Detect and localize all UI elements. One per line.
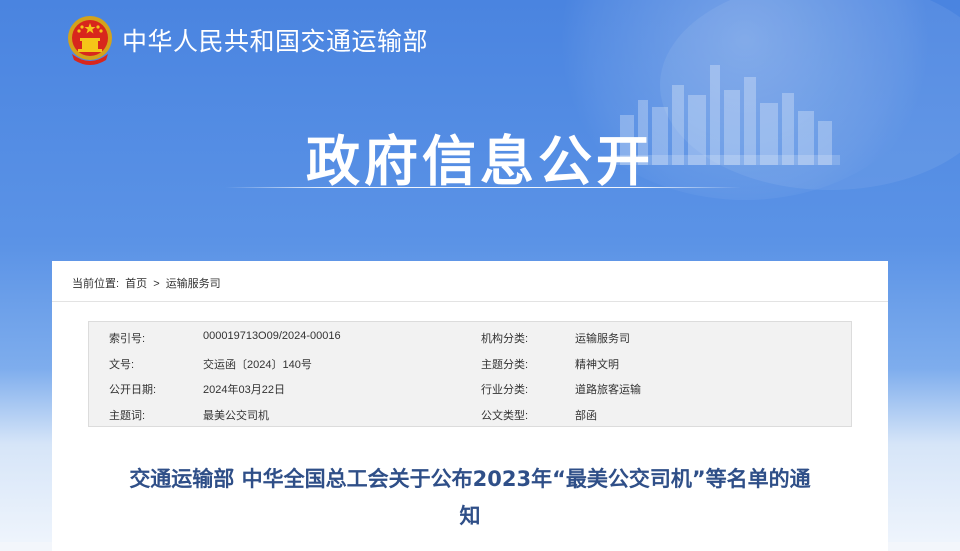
org-value: 运输服务司 [575,333,630,345]
date-value: 2024年03月22日 [203,384,285,396]
breadcrumb-separator: > [153,278,160,290]
page-title: 政府信息公开 [306,129,654,193]
breadcrumb-home-link[interactable]: 首页 [125,278,147,290]
docno-label: 文号: [109,359,135,371]
industry-value: 道路旅客运输 [575,384,641,396]
document-title-line-2: 知 [459,504,481,528]
topic-value: 精神文明 [575,359,619,371]
date-label: 公开日期: [109,384,157,396]
divider [52,301,888,302]
breadcrumb-label: 当前位置: [72,278,120,290]
ministry-name[interactable]: 中华人民共和国交通运输部 [122,22,428,58]
title-underline [225,187,741,188]
type-label: 公文类型: [481,410,529,422]
index-label: 索引号: [109,333,146,345]
breadcrumb: 当前位置: 首页 > 运输服务司 [72,275,224,291]
index-value: 000019713O09/2024-00016 [203,330,341,342]
content-panel: 当前位置: 首页 > 运输服务司 索引号: 000019713O09/2024-… [52,261,888,551]
industry-label: 行业分类: [481,384,529,396]
type-value: 部函 [575,410,597,422]
org-label: 机构分类: [481,333,529,345]
document-title-line-1: 交通运输部 中华全国总工会关于公布2023年“最美公交司机”等名单的通 [129,467,811,491]
keyword-label: 主题词: [109,410,146,422]
docno-value: 交运函〔2024〕140号 [203,359,312,371]
breadcrumb-department-link[interactable]: 运输服务司 [166,278,221,290]
keyword-value: 最美公交司机 [203,410,269,422]
document-title: 交通运输部 中华全国总工会关于公布2023年“最美公交司机”等名单的通 知 [52,461,888,535]
topic-label: 主题分类: [481,359,529,371]
document-metadata-table: 索引号: 000019713O09/2024-00016 机构分类: 运输服务司… [88,321,852,427]
national-emblem-icon [68,16,112,65]
